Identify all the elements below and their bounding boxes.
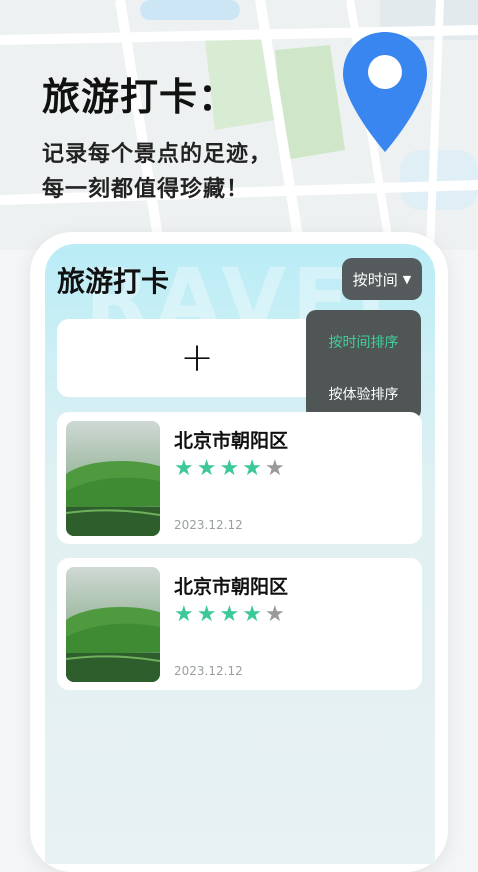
rating-stars: ★ ★ ★ ★ ★ xyxy=(174,458,285,480)
promo-subtitle-line2: 每一刻都值得珍藏！ xyxy=(42,177,250,202)
star-empty-icon: ★ xyxy=(264,602,285,627)
entry-date: 2023.12.12 xyxy=(174,664,243,678)
caret-down-icon: ▼ xyxy=(402,272,412,286)
location-pin-icon xyxy=(340,30,430,159)
star-filled-icon: ★ xyxy=(219,602,240,627)
sort-option-experience[interactable]: 按体验排序 xyxy=(306,384,421,404)
star-filled-icon: ★ xyxy=(174,456,194,481)
sort-button-label: 按时间 xyxy=(352,270,398,289)
app-title: 旅游打卡 xyxy=(57,265,170,298)
entry-card[interactable]: 北京市朝阳区 ★ ★ ★ ★ ★ 2023.12.12 xyxy=(57,558,422,690)
entry-place: 北京市朝阳区 xyxy=(174,430,289,452)
entry-date: 2023.12.12 xyxy=(174,518,243,532)
promo-headline: 旅游打卡： xyxy=(42,75,238,119)
promo-subtitle-line1: 记录每个景点的足迹， xyxy=(42,142,273,167)
entry-photo xyxy=(66,421,160,536)
rating-stars: ★ ★ ★ ★ ★ xyxy=(174,604,285,626)
entry-photo xyxy=(66,567,160,682)
star-filled-icon: ★ xyxy=(196,456,217,481)
star-filled-icon: ★ xyxy=(242,456,262,481)
star-filled-icon: ★ xyxy=(219,456,240,481)
entry-place: 北京市朝阳区 xyxy=(174,576,289,598)
star-filled-icon: ★ xyxy=(196,602,217,627)
add-entry-button[interactable]: + xyxy=(57,319,337,397)
app-screen: RAVEL 旅游打卡 按时间 ▼ + 按时间排序 按体验排序 北京市朝阳区 ★ … xyxy=(45,244,435,864)
sort-dropdown-button[interactable]: 按时间 ▼ xyxy=(342,258,422,300)
sort-menu: 按时间排序 按体验排序 xyxy=(306,310,421,420)
star-filled-icon: ★ xyxy=(242,602,262,627)
entry-card[interactable]: 北京市朝阳区 ★ ★ ★ ★ ★ 2023.12.12 xyxy=(57,412,422,544)
plus-icon: + xyxy=(180,335,214,381)
star-empty-icon: ★ xyxy=(264,456,285,481)
star-filled-icon: ★ xyxy=(174,602,194,627)
sort-option-time[interactable]: 按时间排序 xyxy=(306,332,421,352)
